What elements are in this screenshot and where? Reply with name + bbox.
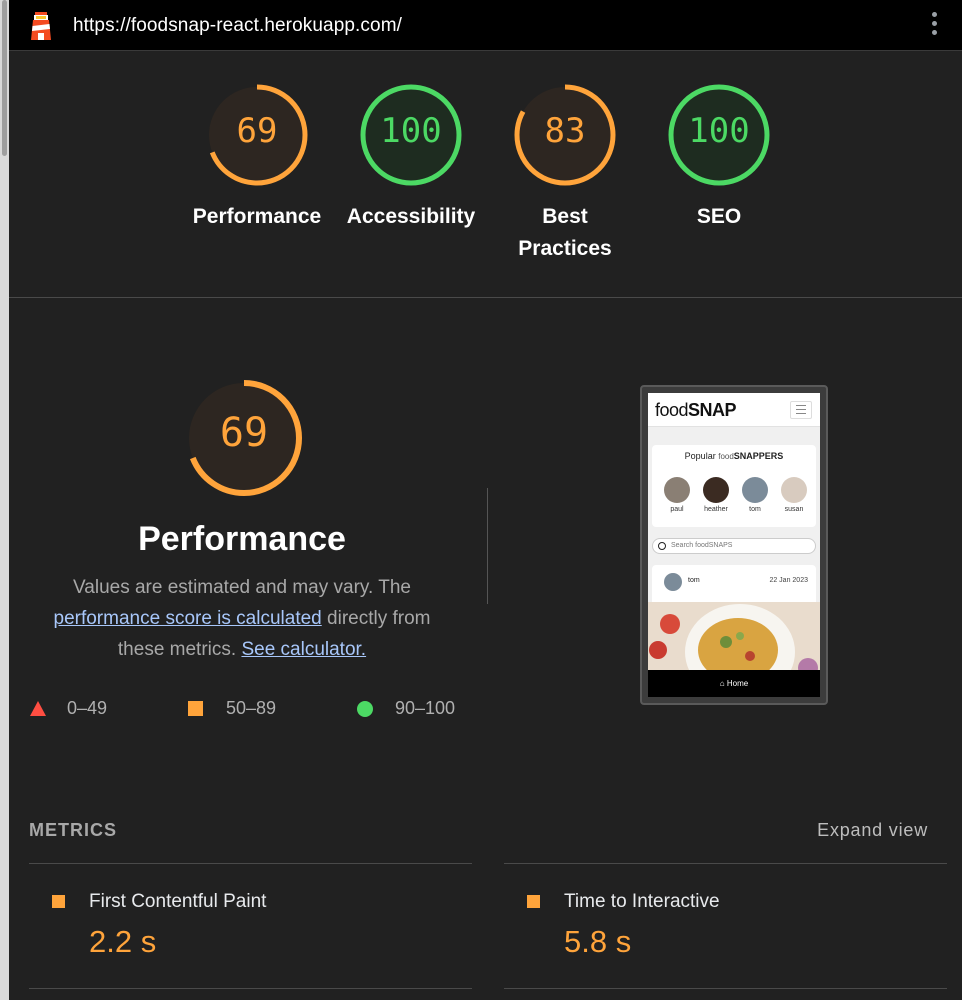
metric-divider: [29, 988, 472, 989]
avatar: [742, 477, 768, 503]
window-edge-scrollbar[interactable]: [0, 0, 9, 1000]
big-gauge-value: 69: [219, 410, 269, 456]
gauge-label: SEO: [696, 205, 742, 228]
popular-card: Popular foodSNAPPERS paul heather tom su…: [652, 445, 816, 527]
gauge-value: 69: [236, 111, 278, 151]
final-screenshot-thumbnail[interactable]: foodSNAP Popular foodSNAPPERS paul heath…: [640, 385, 828, 705]
gauge-best-practices[interactable]: 83 Best Practices: [495, 83, 635, 265]
food-photo-illustration: [648, 602, 820, 672]
avatar: [781, 477, 807, 503]
gauge-seo[interactable]: 100 SEO: [649, 83, 789, 233]
legend-range: 90–100: [395, 698, 456, 718]
metrics-section: METRICS Expand view First Contentful Pai…: [9, 800, 962, 1000]
expand-view-button[interactable]: Expand view: [817, 820, 928, 841]
report-topbar: https://foodsnap-react.herokuapp.com/: [9, 0, 962, 51]
preview-user: tom: [738, 477, 772, 513]
performance-big-gauge: 69: [184, 378, 304, 498]
preview-logo: foodSNAP: [655, 400, 737, 420]
preview-search: Search foodSNAPS: [652, 538, 816, 554]
legend-range: 0–49: [67, 698, 108, 718]
legend-average: 50–89: [188, 698, 276, 719]
scrollbar-thumb[interactable]: [2, 0, 7, 156]
avatar: [664, 477, 690, 503]
gauge-value: 100: [688, 111, 750, 151]
average-square-icon: [52, 895, 65, 908]
gauge-value: 83: [544, 111, 586, 151]
desc-text-1: Values are estimated and may vary. The: [73, 577, 411, 598]
popular-title: Popular foodSNAPPERS: [684, 451, 784, 461]
preview-header: foodSNAP: [648, 393, 820, 427]
gauge-accessibility[interactable]: 100 Accessibility: [341, 83, 481, 233]
see-calculator-link[interactable]: See calculator.: [241, 639, 366, 660]
preview-screen: foodSNAP Popular foodSNAPPERS paul heath…: [648, 393, 820, 697]
metric-value: 5.8 s: [564, 924, 632, 959]
gauge-label: Performance: [192, 205, 322, 228]
gauge-value: 100: [380, 111, 442, 151]
metric-time-to-interactive: Time to Interactive 5.8 s: [504, 863, 947, 989]
gauge-label: Best Practices: [518, 205, 612, 260]
metric-divider: [504, 988, 947, 989]
page-url[interactable]: https://foodsnap-react.herokuapp.com/: [73, 15, 402, 37]
more-options-icon[interactable]: [930, 12, 938, 40]
triangle-icon: [30, 701, 46, 716]
metric-name: First Contentful Paint: [89, 891, 267, 912]
section-divider: [487, 488, 488, 604]
gauge-performance[interactable]: 69 Performance: [187, 83, 327, 233]
post-date: 22 Jan 2023: [769, 577, 808, 584]
performance-title: Performance: [138, 520, 346, 558]
average-square-icon: [527, 895, 540, 908]
search-icon: [658, 542, 666, 550]
performance-description: Values are estimated and may vary. The p…: [34, 572, 450, 665]
preview-user: paul: [660, 477, 694, 513]
preview-user: susan: [777, 477, 811, 513]
lighthouse-icon: [31, 12, 51, 40]
legend-range: 50–89: [226, 698, 277, 718]
preview-user: heather: [699, 477, 733, 513]
food-image: [648, 602, 820, 672]
metric-value: 2.2 s: [89, 924, 157, 959]
metric-name: Time to Interactive: [564, 891, 720, 912]
preview-bottom-nav: ⌂ Home: [648, 670, 820, 697]
legend-pass: 90–100: [357, 698, 455, 719]
circle-icon: [357, 701, 373, 717]
metrics-heading: METRICS: [29, 820, 117, 840]
post-user: tom: [688, 577, 700, 584]
performance-section: 69 Performance Values are estimated and …: [9, 298, 962, 798]
score-calculated-link[interactable]: performance score is calculated: [54, 608, 322, 629]
preview-post: tom 22 Jan 2023: [652, 565, 816, 605]
score-gauges: 69 Performance 100 Accessibility 83 Best…: [9, 51, 962, 298]
legend-fail: 0–49: [30, 698, 107, 719]
square-icon: [188, 701, 203, 716]
avatar: [664, 573, 682, 591]
gauge-label: Accessibility: [346, 205, 476, 228]
metric-first-contentful-paint: First Contentful Paint 2.2 s: [29, 863, 472, 989]
avatar: [703, 477, 729, 503]
hamburger-icon: [790, 401, 812, 419]
